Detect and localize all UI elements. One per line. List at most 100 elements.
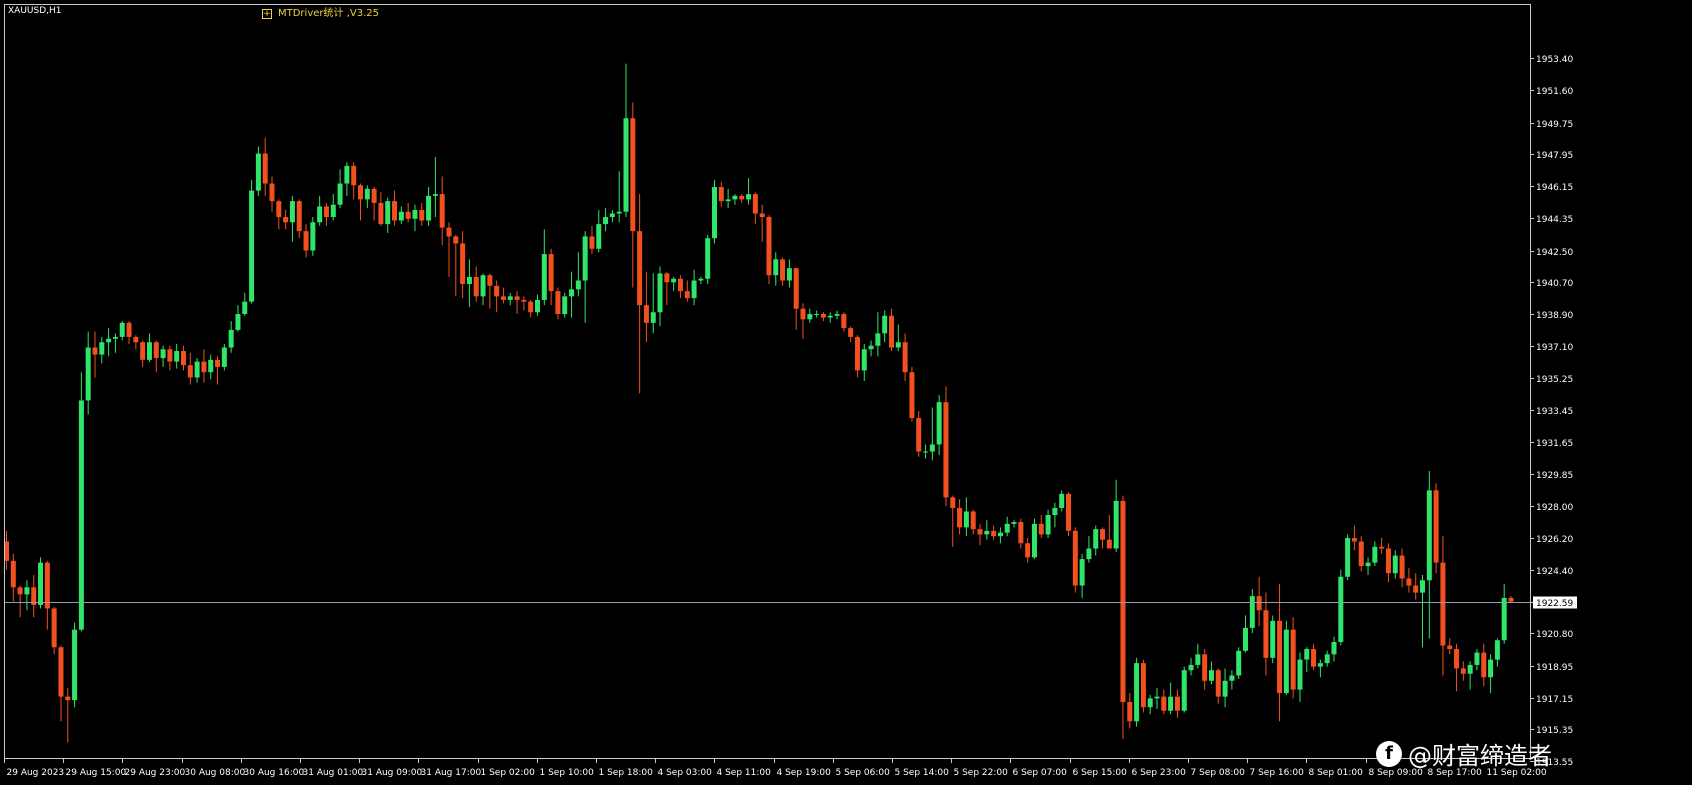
candle: [1011, 520, 1017, 528]
candle: [112, 333, 118, 353]
candle-body: [1140, 663, 1146, 708]
candle: [65, 687, 71, 743]
candle-body: [392, 201, 398, 221]
candle-body: [943, 402, 949, 498]
candle: [1270, 615, 1276, 664]
candle-body: [228, 329, 234, 348]
candle-body: [1052, 507, 1058, 516]
y-tick-label: 1926.20: [1536, 535, 1573, 545]
candle-body: [957, 507, 963, 528]
candle: [528, 299, 534, 318]
candle-body: [51, 608, 57, 648]
candle: [1079, 553, 1085, 598]
candle: [194, 358, 200, 383]
candlestick-chart[interactable]: 1953.40 1951.60 1949.75 1947.95 1946.15 1944.…: [0, 0, 1692, 785]
x-tick-label: 31 Aug 17:00: [421, 768, 482, 778]
candle-body: [1188, 664, 1194, 671]
candle: [146, 333, 152, 362]
candle-body: [752, 194, 758, 214]
candle-body: [1358, 541, 1364, 567]
candle: [1426, 470, 1432, 639]
candle: [1474, 649, 1480, 671]
candle: [909, 366, 915, 422]
candle: [1345, 534, 1351, 581]
candle: [99, 336, 105, 364]
candle: [800, 303, 806, 339]
indicator-label[interactable]: + MTDriver统计 ,V3.25: [262, 4, 379, 19]
candle-body: [691, 280, 697, 299]
candle-body: [398, 211, 404, 221]
candle-body: [276, 201, 282, 218]
candle-body: [255, 153, 261, 191]
candle-body: [923, 451, 929, 453]
candle: [1324, 650, 1330, 667]
candle-body: [215, 359, 221, 367]
candle: [623, 63, 629, 218]
candle: [916, 410, 922, 457]
candles-layer: [4, 63, 1514, 743]
candle-body: [889, 315, 894, 348]
candle-body: [514, 296, 520, 300]
candle-body: [167, 349, 173, 362]
expand-plus-icon[interactable]: +: [262, 9, 272, 19]
candle: [398, 206, 404, 225]
candle: [51, 606, 57, 655]
candle-body: [371, 188, 377, 203]
candle: [358, 183, 363, 221]
x-tick-label: 29 Aug 2023: [7, 768, 65, 778]
candle: [1236, 647, 1242, 680]
candle-body: [323, 206, 329, 218]
candle-body: [249, 190, 255, 302]
candle: [1120, 495, 1126, 739]
x-tick-label: 6 Sep 15:00: [1073, 768, 1128, 778]
candle-body: [977, 529, 983, 535]
y-tick-label: 1922.59: [1536, 599, 1573, 609]
candle: [895, 324, 901, 352]
y-tick-label: 1929.85: [1536, 471, 1573, 481]
x-tick-label: 4 Sep 11:00: [717, 768, 772, 778]
candle-body: [1270, 620, 1276, 658]
candle: [228, 321, 234, 353]
candle: [1440, 536, 1446, 676]
candle-body: [351, 165, 357, 186]
candle-body: [1079, 559, 1085, 586]
plot-frame: [4, 4, 1531, 759]
candle: [17, 585, 23, 618]
candle: [392, 190, 398, 226]
y-tick-label: 1933.45: [1536, 407, 1573, 417]
candle: [555, 287, 561, 320]
x-axis: 29 Aug 2023 29 Aug 15:0029 Aug 23:00 30 Au…: [4, 758, 1547, 778]
candle: [215, 356, 221, 385]
candle-body: [521, 299, 527, 302]
candle-body: [1025, 543, 1031, 558]
candle: [235, 305, 241, 332]
candle: [1413, 573, 1419, 600]
candle: [650, 273, 656, 334]
candle: [78, 372, 84, 632]
candle: [153, 340, 159, 373]
candle: [1086, 536, 1092, 563]
candle-body: [1399, 555, 1405, 579]
candle-body: [1195, 654, 1201, 665]
candle-body: [766, 217, 772, 276]
candle: [643, 271, 649, 343]
candle-body: [1317, 663, 1323, 667]
candle-body: [17, 587, 23, 595]
candle: [854, 335, 860, 378]
candle-body: [657, 273, 663, 313]
candle-body: [1215, 670, 1221, 697]
candle-body: [160, 349, 166, 359]
candle-body: [800, 308, 806, 320]
candle: [834, 310, 840, 320]
candle-body: [759, 213, 765, 218]
candle-body: [303, 231, 309, 251]
x-tick-label: 1 Sep 18:00: [599, 768, 654, 778]
candle: [541, 229, 547, 306]
candle: [446, 222, 452, 277]
candle: [249, 179, 255, 304]
candle: [1406, 567, 1412, 593]
candle: [977, 523, 983, 545]
indicator-name: MTDriver统计 ,V3.25: [278, 8, 379, 19]
candle: [269, 176, 275, 212]
candle: [317, 195, 323, 226]
